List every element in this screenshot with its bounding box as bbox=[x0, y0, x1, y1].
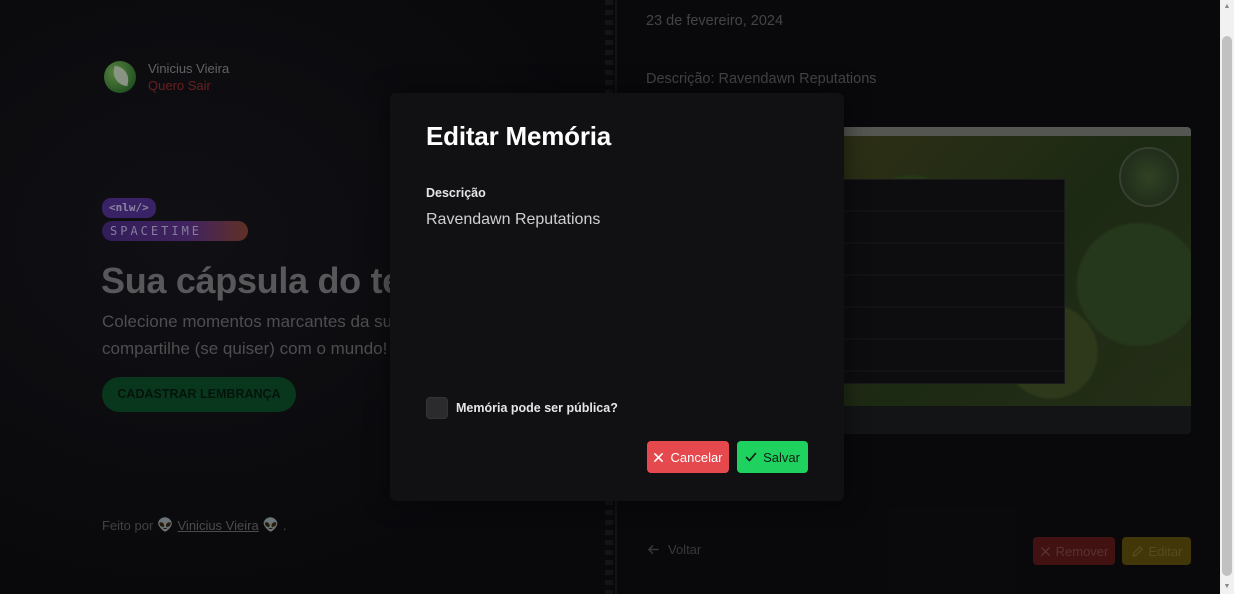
check-icon bbox=[745, 451, 757, 463]
modal-title: Editar Memória bbox=[426, 121, 612, 151]
edit-memory-modal: Editar Memória Descrição Ravendawn Reput… bbox=[390, 93, 844, 501]
description-label: Descrição bbox=[426, 186, 486, 200]
cancel-label: Cancelar bbox=[670, 449, 723, 465]
public-label[interactable]: Memória pode ser pública? bbox=[456, 401, 618, 415]
close-icon bbox=[653, 452, 664, 463]
scrollbar[interactable]: ▲ ▼ bbox=[1220, 0, 1234, 594]
scroll-thumb[interactable] bbox=[1222, 36, 1232, 576]
description-textarea[interactable]: Ravendawn Reputations bbox=[426, 211, 808, 371]
scroll-down-arrow-icon[interactable]: ▼ bbox=[1223, 583, 1231, 591]
public-checkbox[interactable] bbox=[426, 397, 448, 419]
cancel-button[interactable]: Cancelar bbox=[647, 441, 729, 473]
public-toggle-row[interactable]: Memória pode ser pública? bbox=[426, 397, 618, 419]
save-label: Salvar bbox=[763, 449, 800, 465]
save-button[interactable]: Salvar bbox=[737, 441, 808, 473]
scroll-up-arrow-icon[interactable]: ▲ bbox=[1223, 3, 1231, 11]
